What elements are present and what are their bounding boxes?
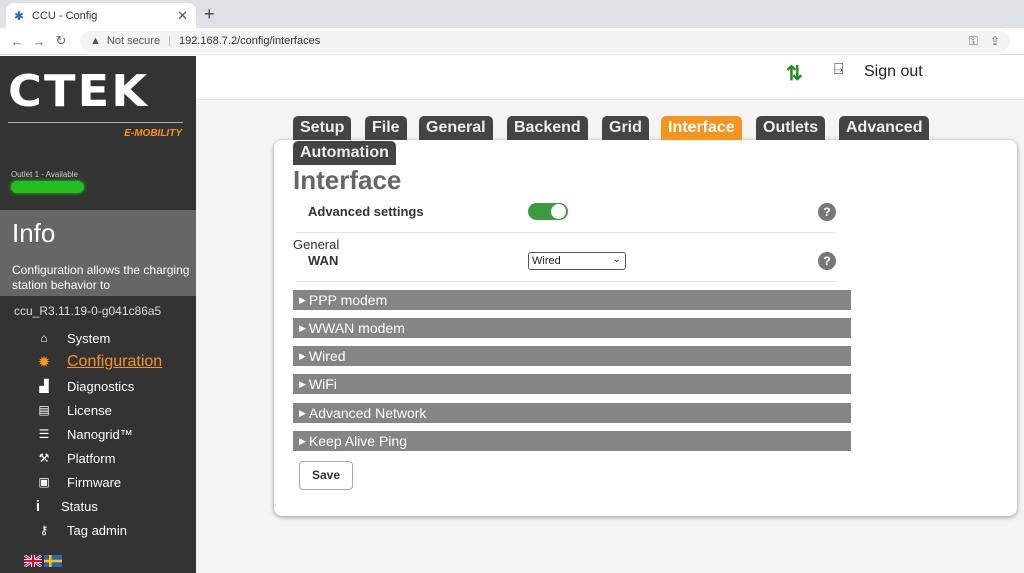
upload-folder-icon: ▣: [38, 475, 50, 489]
url-separator: |: [168, 35, 171, 47]
url-input[interactable]: ▲ Not secure | 192.168.7.2/config/interf…: [80, 30, 1010, 52]
page-title: Interface: [293, 165, 402, 195]
browser-tab[interactable]: ✱ CCU - Config ✕: [6, 3, 196, 28]
browser-tab-title: CCU - Config: [32, 9, 98, 22]
sidebar-item-nanogrid[interactable]: ☰ Nanogrid™: [0, 422, 196, 446]
gear-favicon-icon: ✱: [14, 8, 25, 23]
advanced-settings-label: Advanced settings: [308, 204, 424, 219]
row-divider: [296, 232, 836, 233]
address-bar: ← → ↻ ▲ Not secure | 192.168.7.2/config/…: [0, 28, 1024, 55]
sidebar: CTEK E-MOBILITY Outlet 1 - Available Inf…: [0, 56, 196, 573]
firmware-version: ccu_R3.11.19-0-g041c86a5: [14, 304, 162, 318]
close-tab-icon[interactable]: ✕: [177, 8, 188, 24]
reload-icon[interactable]: ↻: [50, 33, 72, 49]
sidebar-item-diagnostics[interactable]: ▟ Diagnostics: [0, 374, 196, 398]
sliders-icon: ☰: [38, 427, 50, 441]
caret-right-icon: ▶: [299, 378, 306, 389]
new-tab-button[interactable]: +: [204, 4, 215, 25]
key-icon: ⚷: [39, 523, 49, 537]
caret-right-icon: ▶: [299, 350, 306, 361]
sidebar-item-firmware[interactable]: ▣ Firmware: [0, 470, 196, 494]
sync-arrows-icon[interactable]: ⇅: [786, 61, 803, 86]
sidebar-item-platform[interactable]: ⚒ Platform: [0, 446, 196, 470]
help-icon[interactable]: ?: [818, 252, 836, 270]
section-wifi[interactable]: ▶ WiFi: [293, 374, 851, 394]
tab-setup[interactable]: Setup: [293, 116, 352, 140]
tab-file[interactable]: File: [365, 116, 407, 140]
caret-right-icon: ▶: [299, 322, 306, 333]
top-header: ⇅ ⍈ Sign out: [196, 56, 1024, 100]
sidebar-item-status[interactable]: i Status: [0, 494, 196, 518]
caret-right-icon: ▶: [299, 435, 306, 446]
wan-select-value: Wired: [532, 255, 561, 267]
sign-out-link[interactable]: Sign out: [864, 63, 923, 81]
tab-outlets[interactable]: Outlets: [756, 116, 826, 140]
logo-subtitle: E-MOBILITY: [124, 128, 182, 139]
bar-chart-icon: ▟: [39, 379, 49, 393]
logo-divider: [8, 122, 183, 123]
tab-grid[interactable]: Grid: [602, 116, 649, 140]
info-description: Configuration allows the charging statio…: [12, 263, 190, 292]
wrench-icon: ⚒: [38, 451, 50, 465]
general-heading: General: [293, 237, 340, 252]
license-icon: ▤: [38, 403, 50, 417]
info-panel: Info Configuration allows the charging s…: [0, 210, 196, 296]
chevron-down-icon: ⌄: [612, 254, 621, 265]
forward-icon[interactable]: →: [28, 34, 50, 49]
sidebar-item-system[interactable]: ⌂ System: [0, 326, 196, 350]
outlet-status-indicator[interactable]: [11, 181, 84, 193]
outlet-status-label: Outlet 1 - Available: [11, 170, 79, 179]
tab-backend[interactable]: Backend: [507, 116, 588, 140]
toggle-knob: [551, 204, 566, 219]
section-advanced-network[interactable]: ▶ Advanced Network: [293, 403, 851, 423]
sign-out-icon[interactable]: ⍈: [834, 61, 844, 79]
caret-right-icon: ▶: [299, 294, 306, 305]
warning-icon[interactable]: ▲: [90, 35, 101, 47]
ctek-logo[interactable]: CTEK: [8, 70, 188, 114]
save-button[interactable]: Save: [299, 461, 353, 490]
row-divider: [296, 281, 836, 282]
wan-select[interactable]: Wired ⌄: [528, 252, 626, 270]
back-icon[interactable]: ←: [6, 34, 28, 49]
share-icon[interactable]: ⇪: [990, 34, 1000, 49]
caret-right-icon: ▶: [299, 407, 306, 418]
home-icon: ⌂: [40, 331, 48, 345]
section-keep-alive-ping[interactable]: ▶ Keep Alive Ping: [293, 431, 851, 451]
help-icon[interactable]: ?: [818, 203, 836, 221]
sidebar-menu: ⌂ System ✹ Configuration ▟ Diagnostics ▤…: [0, 326, 196, 542]
tab-automation[interactable]: Automation: [293, 141, 396, 165]
section-wired[interactable]: ▶ Wired: [293, 346, 851, 366]
info-title: Info: [12, 218, 56, 248]
gear-icon: ✹: [37, 354, 51, 371]
main-content: ⇅ ⍈ Sign out Setup File General Backend …: [196, 56, 1024, 573]
tab-interface[interactable]: Interface: [661, 116, 742, 140]
wan-label: WAN: [308, 253, 339, 268]
url-text[interactable]: 192.168.7.2/config/interfaces: [179, 35, 969, 47]
browser-tab-strip: ✱ CCU - Config ✕ +: [0, 0, 1024, 28]
key-icon[interactable]: ⚿: [969, 34, 978, 49]
uk-flag-icon[interactable]: [24, 555, 42, 567]
swedish-flag-icon[interactable]: [44, 555, 62, 567]
tab-general[interactable]: General: [419, 116, 493, 140]
section-wwan-modem[interactable]: ▶ WWAN modem: [293, 318, 851, 338]
sidebar-item-tag-admin[interactable]: ⚷ Tag admin: [0, 518, 196, 542]
section-ppp-modem[interactable]: ▶ PPP modem: [293, 290, 851, 310]
advanced-settings-toggle[interactable]: [528, 203, 568, 220]
not-secure-label[interactable]: Not secure: [107, 35, 160, 47]
tab-advanced[interactable]: Advanced: [839, 116, 930, 140]
sidebar-item-configuration[interactable]: ✹ Configuration: [0, 350, 196, 374]
language-selector: [24, 555, 62, 567]
info-icon: i: [35, 497, 41, 515]
sidebar-item-license[interactable]: ▤ License: [0, 398, 196, 422]
